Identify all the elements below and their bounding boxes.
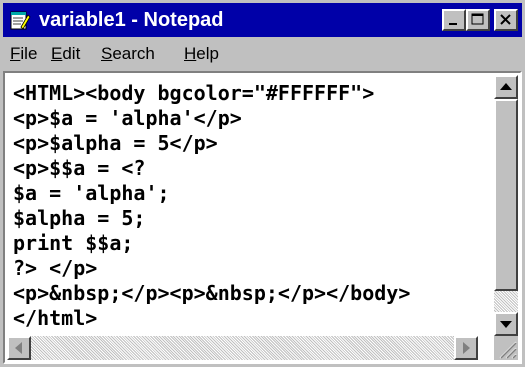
menu-help[interactable]: Help bbox=[184, 43, 219, 65]
window-title: variable1 - Notepad bbox=[39, 9, 224, 31]
arrow-left-icon bbox=[15, 342, 22, 354]
title-bar[interactable]: variable1 - Notepad bbox=[3, 3, 522, 37]
notepad-window: variable1 - Notepad File Edit Search Hel… bbox=[0, 0, 525, 367]
horizontal-scroll-track[interactable] bbox=[31, 336, 454, 360]
scroll-left-button[interactable] bbox=[7, 336, 31, 360]
code-line: ?> </p> bbox=[13, 256, 98, 280]
vertical-scrollbar[interactable] bbox=[494, 75, 518, 336]
minimize-icon bbox=[449, 23, 457, 25]
code-line: <p>$a = 'alpha'</p> bbox=[13, 106, 242, 130]
vertical-scroll-thumb[interactable] bbox=[494, 99, 518, 291]
close-button[interactable] bbox=[494, 9, 518, 31]
menu-file[interactable]: File bbox=[10, 43, 37, 65]
code-line: print $$a; bbox=[13, 231, 134, 255]
code-line: <HTML><body bgcolor="#FFFFFF"> bbox=[13, 81, 375, 105]
scroll-up-button[interactable] bbox=[494, 75, 518, 99]
scroll-right-button[interactable] bbox=[454, 336, 478, 360]
minimize-button[interactable] bbox=[442, 9, 466, 31]
arrow-right-icon bbox=[463, 342, 470, 354]
resize-grip[interactable] bbox=[494, 336, 518, 360]
menu-edit[interactable]: Edit bbox=[51, 43, 80, 65]
notepad-icon[interactable] bbox=[9, 9, 31, 31]
code-line: <p>&nbsp;</p><p>&nbsp;</p></body> bbox=[13, 281, 411, 305]
code-line: <p>$$a = <? bbox=[13, 156, 146, 180]
menu-search[interactable]: Search bbox=[101, 43, 155, 65]
maximize-button[interactable] bbox=[466, 9, 490, 31]
arrow-down-icon bbox=[500, 321, 512, 328]
code-line: </html> bbox=[13, 306, 98, 330]
horizontal-scrollbar[interactable] bbox=[7, 336, 478, 360]
resize-grip-icon bbox=[499, 341, 517, 359]
arrow-up-icon bbox=[500, 83, 512, 90]
code-line: $alpha = 5; bbox=[13, 206, 146, 230]
text-editor[interactable]: <HTML><body bgcolor="#FFFFFF"> <p>$a = '… bbox=[7, 75, 478, 336]
code-line: <p>$alpha = 5</p> bbox=[13, 131, 218, 155]
scroll-down-button[interactable] bbox=[494, 312, 518, 336]
menu-bar: File Edit Search Help bbox=[3, 39, 522, 69]
maximize-icon bbox=[471, 13, 484, 25]
close-icon bbox=[500, 14, 511, 25]
editor-frame: <HTML><body bgcolor="#FFFFFF"> <p>$a = '… bbox=[3, 71, 522, 364]
code-line: $a = 'alpha'; bbox=[13, 181, 170, 205]
